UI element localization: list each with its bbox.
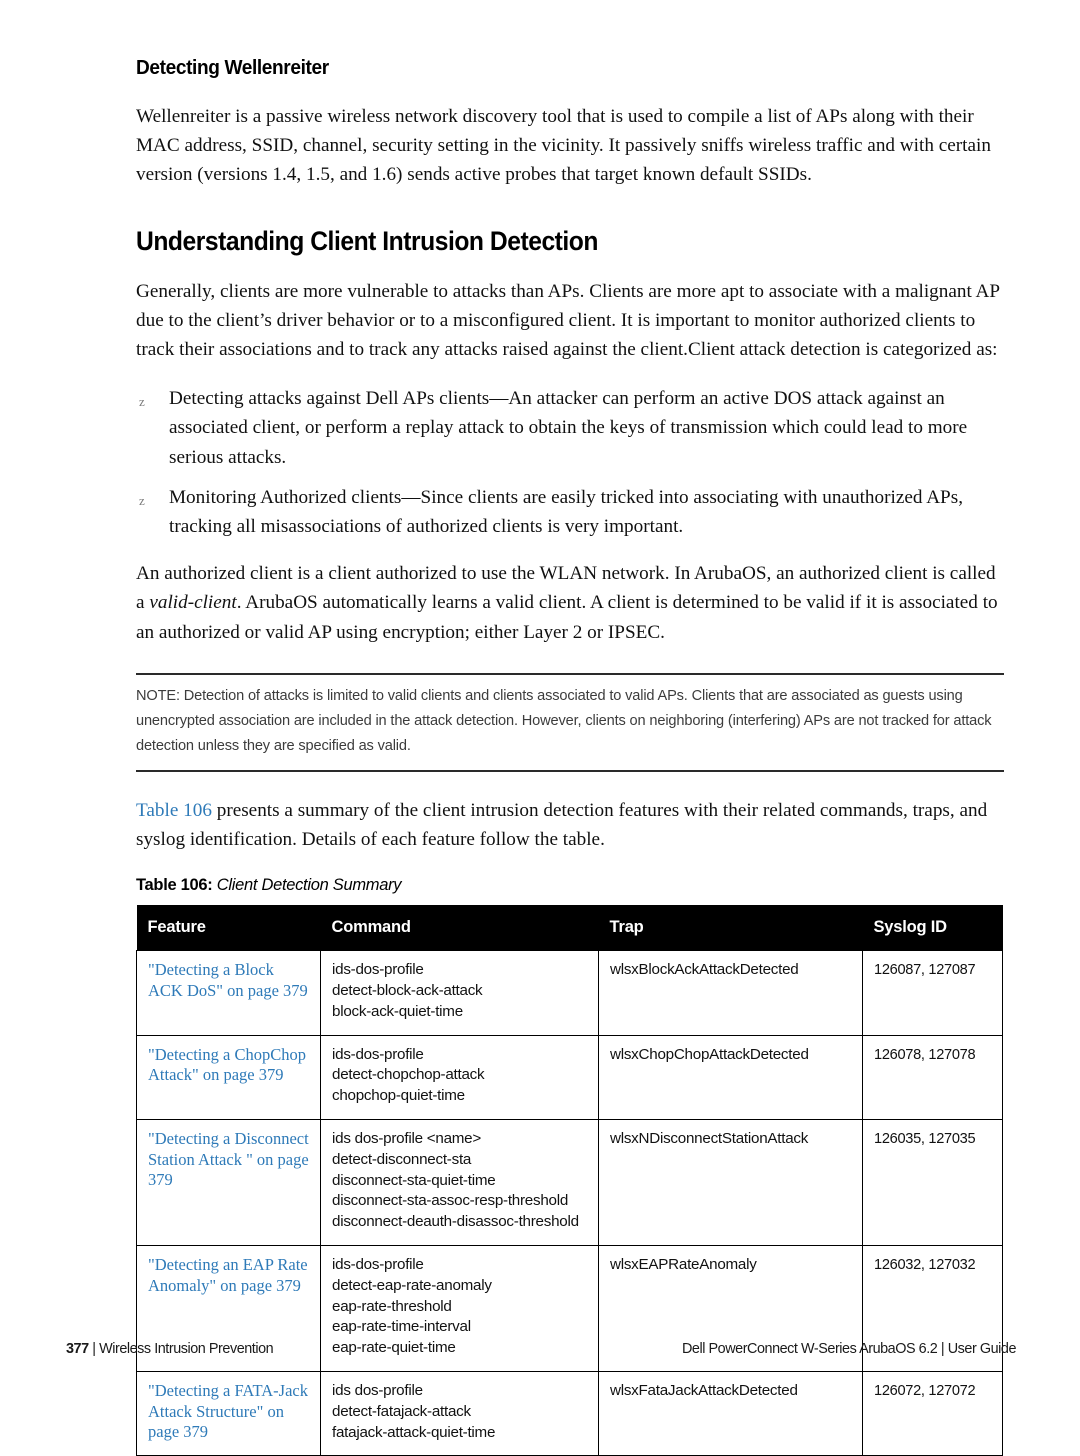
command-line: ids-dos-profile xyxy=(332,1256,424,1274)
table-row: "Detecting a Disconnect Station Attack "… xyxy=(136,1119,1003,1247)
command-line: block-ack-quiet-time xyxy=(332,1002,463,1020)
wellenreiter-paragraph: Wellenreiter is a passive wireless netwo… xyxy=(136,106,991,186)
cell-feature[interactable]: "Detecting a ChopChop Attack" on page 37… xyxy=(136,1034,321,1121)
footer-right: Dell PowerConnect W-Series ArubaOS 6.2 |… xyxy=(681,1341,1016,1357)
cell-syslog-id: 126072, 127072 xyxy=(862,1370,1003,1456)
command-line: detect-chopchop-attack xyxy=(332,1066,485,1084)
cell-command: ids-dos-profile detect-chopchop-attack c… xyxy=(320,1034,599,1121)
valid-client-term: valid-client xyxy=(149,592,237,614)
document-page: Detecting Wellenreiter Wellenreiter is a… xyxy=(0,0,1080,1456)
command-line: fatajack-attack-quiet-time xyxy=(332,1423,496,1441)
footer-section-title: Wireless Intrusion Prevention xyxy=(99,1341,274,1357)
cell-syslog-id: 126078, 127078 xyxy=(862,1034,1003,1121)
column-header-trap: Trap xyxy=(598,905,863,951)
cell-syslog-id: 126035, 127035 xyxy=(862,1119,1003,1247)
command-line: ids-dos-profile xyxy=(332,961,424,979)
command-line: detect-eap-rate-anomaly xyxy=(332,1276,492,1294)
table-106-crossref-link[interactable]: Table 106 xyxy=(136,800,212,821)
table-body: "Detecting a Block ACK DoS" on page 379 … xyxy=(136,950,1003,1456)
command-line: disconnect-deauth-disassoc-threshold xyxy=(332,1213,579,1231)
list-item-text: Detecting attacks against Dell APs clien… xyxy=(169,388,968,468)
footer-page-number: 377 xyxy=(66,1341,89,1357)
valid-client-text-part2: . ArubaOS automatically learns a valid c… xyxy=(136,592,998,643)
page-footer: 377 | Wireless Intrusion Prevention Dell… xyxy=(66,1341,1016,1357)
page-title: Understanding Client Intrusion Detection xyxy=(136,225,598,256)
section-heading-detecting-wellenreiter: Detecting Wellenreiter xyxy=(136,56,329,79)
table-caption-label: Table 106: xyxy=(136,876,213,895)
cell-feature[interactable]: "Detecting a Disconnect Station Attack "… xyxy=(136,1119,321,1247)
cell-feature[interactable]: "Detecting a FATA-Jack Attack Structure"… xyxy=(136,1370,321,1456)
cell-feature[interactable]: "Detecting a Block ACK DoS" on page 379 xyxy=(136,950,321,1036)
command-line: ids-dos-profile xyxy=(332,1045,424,1063)
cell-command: ids dos-profile detect-fatajack-attack f… xyxy=(320,1370,599,1456)
command-line: disconnect-sta-assoc-resp-threshold xyxy=(332,1192,569,1210)
table-intro-rest: presents a summary of the client intrusi… xyxy=(136,799,988,851)
footer-left: 377 | Wireless Intrusion Prevention xyxy=(66,1341,274,1357)
cell-trap: wlsxNDisconnectStationAttack xyxy=(598,1119,863,1247)
cell-command: ids dos-profile <name> detect-disconnect… xyxy=(320,1119,599,1247)
table-intro-paragraph: Table 106 presents a summary of the clie… xyxy=(136,796,1004,854)
cell-command: ids-dos-profile detect-block-ack-attack … xyxy=(320,950,599,1036)
list-item-text: Monitoring Authorized clients—Since clie… xyxy=(169,486,963,538)
list-item: z Detecting attacks against Dell APs cli… xyxy=(136,384,1004,472)
table-header-row: Feature Command Trap Syslog ID xyxy=(136,905,1003,951)
bullet-glyph-icon: z xyxy=(139,492,145,508)
column-header-syslog-id: Syslog ID xyxy=(862,905,1003,951)
table-row: "Detecting a ChopChop Attack" on page 37… xyxy=(136,1034,1003,1121)
command-line: ids dos-profile xyxy=(332,1382,423,1399)
cell-trap: wlsxChopChopAttackDetected xyxy=(598,1034,863,1121)
command-line: eap-rate-time-interval xyxy=(332,1318,471,1336)
table-caption: Table 106: Client Detection Summary xyxy=(136,876,1004,895)
table-caption-title: Client Detection Summary xyxy=(216,876,402,895)
command-line: ids dos-profile <name> xyxy=(332,1130,481,1148)
command-line: eap-rate-threshold xyxy=(332,1297,452,1315)
cell-syslog-id: 126087, 127087 xyxy=(862,950,1003,1036)
cell-trap: wlsxBlockAckAttackDetected xyxy=(598,950,863,1036)
command-line: chopchop-quiet-time xyxy=(332,1087,465,1105)
column-header-feature: Feature xyxy=(136,905,321,951)
command-line: disconnect-sta-quiet-time xyxy=(332,1171,496,1189)
footer-separator: | xyxy=(92,1341,96,1357)
command-line: detect-fatajack-attack xyxy=(332,1402,471,1420)
page-content: Detecting Wellenreiter Wellenreiter is a… xyxy=(136,56,1004,1456)
command-line: detect-disconnect-sta xyxy=(332,1150,472,1168)
list-item: z Monitoring Authorized clients—Since cl… xyxy=(136,483,1004,541)
cell-trap: wlsxFataJackAttackDetected xyxy=(598,1370,863,1456)
client-attack-detection-list: z Detecting attacks against Dell APs cli… xyxy=(136,384,1004,541)
bullet-glyph-icon: z xyxy=(139,394,145,410)
note-text: NOTE: Detection of attacks is limited to… xyxy=(136,687,992,754)
column-header-command: Command xyxy=(320,905,599,951)
note-callout: NOTE: Detection of attacks is limited to… xyxy=(136,672,1004,772)
intro-paragraph: Generally, clients are more vulnerable t… xyxy=(136,280,1000,361)
valid-client-paragraph: An authorized client is a client authori… xyxy=(136,559,1004,647)
table-row: "Detecting a FATA-Jack Attack Structure"… xyxy=(136,1370,1003,1456)
command-line: detect-block-ack-attack xyxy=(332,982,483,1000)
client-detection-summary-table: Feature Command Trap Syslog ID "Detectin… xyxy=(136,905,1003,1456)
table-row: "Detecting a Block ACK DoS" on page 379 … xyxy=(136,950,1003,1036)
